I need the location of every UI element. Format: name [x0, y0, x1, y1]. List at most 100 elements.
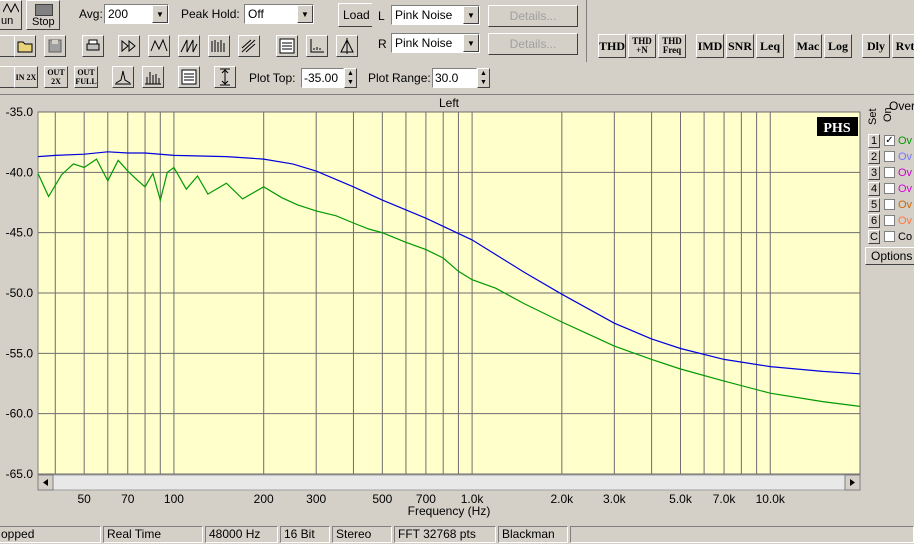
legend-set-button[interactable]: C [868, 230, 880, 244]
legend-label: Ov [898, 215, 913, 227]
waterfall-button[interactable] [208, 35, 230, 57]
out-2x-label: OUT 2X [47, 68, 65, 86]
thd-n-button[interactable]: THD +N [628, 34, 656, 58]
run-button[interactable]: un [0, 0, 22, 30]
stop-button[interactable]: Stop [26, 0, 60, 30]
transfer-function-button[interactable] [148, 35, 170, 57]
imd-button[interactable]: IMD [696, 34, 724, 58]
legend-label: Ov [898, 199, 913, 211]
right-generator-value: Pink Noise [395, 36, 453, 50]
printer-icon [86, 39, 100, 51]
y-tick-label: -50.0 [6, 286, 34, 300]
out-full-button[interactable]: OUT FULL [74, 66, 98, 88]
dly-button[interactable]: Dly [862, 34, 890, 58]
out-2x-button[interactable]: OUT 2X [44, 66, 68, 88]
legend-on-checkbox[interactable] [884, 231, 895, 242]
chevron-down-icon[interactable]: ▼ [463, 6, 479, 24]
legend-set-button[interactable]: 2 [868, 150, 880, 164]
fast-forward-icon [121, 39, 136, 53]
x-tick-label: 300 [306, 492, 326, 506]
status-fft-size: FFT 32768 pts [394, 526, 496, 543]
y-tick-label: -35.0 [6, 105, 34, 119]
peak-hold-select[interactable]: Off ▼ [244, 4, 314, 24]
in-2x-button[interactable]: IN 2X [14, 66, 38, 88]
leq-button[interactable]: Leq [756, 34, 784, 58]
y-tick-label: -40.0 [6, 165, 34, 179]
legend-label: Co [898, 231, 913, 243]
mac-button[interactable]: Mac [794, 34, 822, 58]
x-tick-label: 500 [372, 492, 392, 506]
left-details-button[interactable]: Details... [488, 5, 578, 27]
peak-hold-label: Peak Hold: [181, 7, 240, 21]
log-button[interactable]: Log [824, 34, 852, 58]
chevron-down-icon[interactable]: ▼ [152, 5, 168, 23]
thd-freq-button[interactable]: THD Freq [658, 34, 686, 58]
plot-range-spinner[interactable]: ▲ ▼ [477, 68, 490, 88]
spectrum-chart[interactable]: Left -35.0 -40.0 -45.0 -50.0 -55.0 -60.0 -65.0 P… [0, 95, 864, 522]
spectrum-button[interactable] [118, 35, 140, 57]
legend-row[interactable]: 6 Ov [866, 214, 914, 229]
load-button[interactable]: Load [338, 3, 376, 27]
peak-view-button[interactable] [112, 66, 134, 88]
legend-on-checkbox[interactable] [884, 215, 895, 226]
right-generator-select[interactable]: Pink Noise ▼ [391, 33, 480, 53]
stop-label: Stop [32, 16, 55, 28]
folder-icon [17, 41, 33, 53]
marker-button[interactable] [336, 35, 358, 57]
legend-row[interactable]: 3 Ov [866, 166, 914, 181]
load-label: Load [343, 8, 370, 22]
spectrogram-button[interactable] [238, 35, 260, 57]
right-channel-label: R [378, 37, 387, 51]
status-window: Blackman [498, 526, 568, 543]
avg-label: Avg: [79, 7, 103, 21]
vertical-scale-button[interactable] [214, 66, 236, 88]
legend-set-button[interactable]: 4 [868, 182, 880, 196]
status-sample-rate-text: 48000 Hz [209, 527, 261, 541]
legend-on-checkbox[interactable] [884, 167, 895, 178]
dly-label: Dly [867, 38, 885, 53]
legend-on-checkbox[interactable] [884, 199, 895, 210]
open-folder-button[interactable] [14, 35, 36, 57]
status-channels-text: Stereo [336, 527, 372, 541]
rvt-button[interactable]: Rvt [892, 34, 914, 58]
phase-button[interactable] [178, 35, 200, 57]
legend-set-button[interactable]: 5 [868, 198, 880, 212]
legend-on-checkbox[interactable] [884, 183, 895, 194]
scope-button[interactable] [276, 35, 298, 57]
avg-select[interactable]: 200 ▼ [104, 4, 169, 24]
plot-top-spinner[interactable]: ▲ ▼ [344, 68, 357, 88]
chevron-down-icon[interactable]: ▼ [463, 34, 479, 52]
axis-button[interactable] [306, 35, 328, 57]
snr-button[interactable]: SNR [726, 34, 754, 58]
legend-set-button[interactable]: 6 [868, 214, 880, 228]
legend-row[interactable]: 1 ✓ Ov [866, 134, 914, 149]
legend-row[interactable]: 4 Ov [866, 182, 914, 197]
right-details-button[interactable]: Details... [488, 33, 578, 55]
legend-set-button[interactable]: 1 [868, 134, 880, 148]
legend-row[interactable]: 5 Ov [866, 198, 914, 213]
legend-row[interactable]: 2 Ov [866, 150, 914, 165]
legend-set-button[interactable]: 3 [868, 166, 880, 180]
save-button[interactable] [44, 35, 66, 57]
options-button[interactable]: Options [865, 247, 914, 265]
bar-view-button[interactable] [142, 66, 164, 88]
legend-row[interactable]: C Co [866, 230, 914, 245]
legend-on-checkbox[interactable]: ✓ [884, 135, 895, 146]
status-mode: Real Time [103, 526, 203, 543]
table-view-button[interactable] [178, 66, 200, 88]
print-button[interactable] [82, 35, 104, 57]
vertical-arrows-icon [220, 68, 230, 86]
waveform-icon [3, 2, 19, 14]
plot-top-label: Plot Top: [249, 71, 296, 85]
chevron-down-icon[interactable]: ▼ [297, 5, 313, 23]
status-mode-text: Real Time [107, 527, 162, 541]
plot-top-input[interactable]: -35.00 [301, 68, 344, 88]
x-tick-label: 50 [78, 492, 92, 506]
thd-button[interactable]: THD [598, 34, 626, 58]
details-label: Details... [509, 37, 557, 51]
legend-label: Ov [898, 183, 913, 195]
legend-on-checkbox[interactable] [884, 151, 895, 162]
plot-range-input[interactable]: 30.0 [432, 68, 477, 88]
status-sample-rate: 48000 Hz [205, 526, 278, 543]
left-generator-select[interactable]: Pink Noise ▼ [391, 5, 480, 25]
